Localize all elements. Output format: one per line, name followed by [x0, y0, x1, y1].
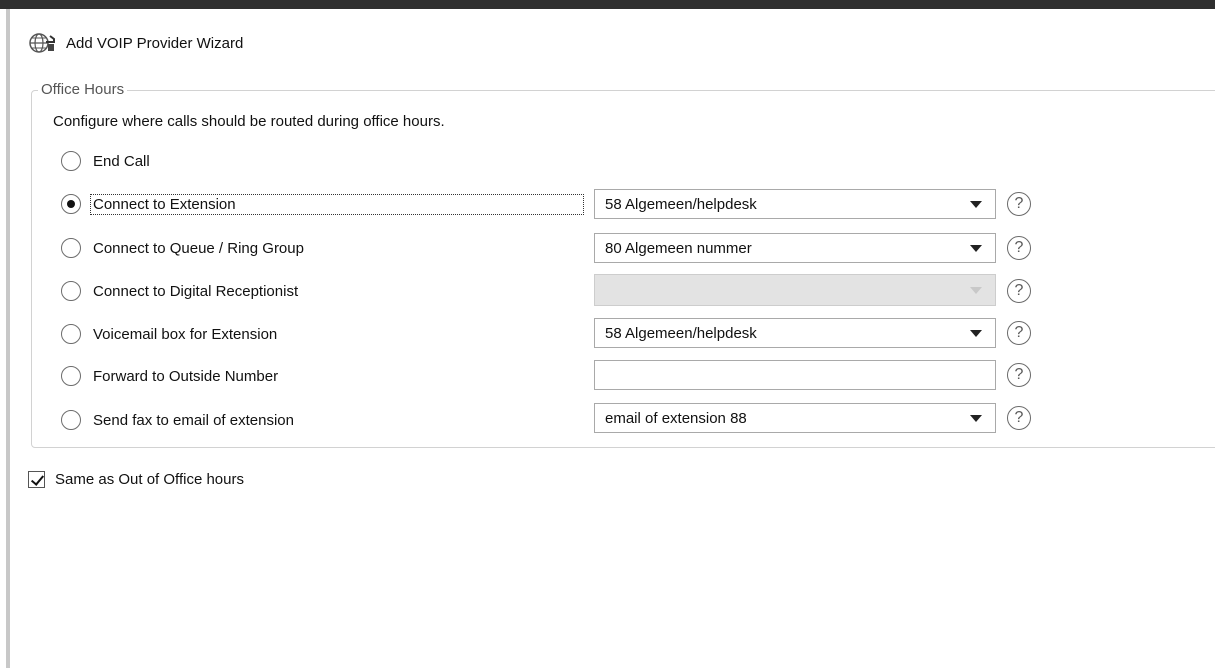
send-fax-email-label[interactable]: Send fax to email of extension — [91, 411, 296, 430]
voicemail-box-radio[interactable] — [61, 324, 81, 344]
office-hours-legend: Office Hours — [41, 81, 125, 98]
queue-select-value: 80 Algemeen nummer — [605, 239, 752, 257]
wizard-title: Add VOIP Provider Wizard — [66, 34, 244, 52]
help-icon[interactable]: ? — [1007, 279, 1031, 303]
connect-extension-radio[interactable] — [61, 194, 81, 214]
voicemail-box-label[interactable]: Voicemail box for Extension — [91, 325, 279, 344]
digital-receptionist-select — [594, 274, 996, 306]
help-icon[interactable]: ? — [1007, 236, 1031, 260]
same-as-out-of-office-row[interactable]: Same as Out of Office hours — [28, 468, 244, 490]
outside-number-input[interactable] — [594, 360, 996, 390]
connect-queue-label[interactable]: Connect to Queue / Ring Group — [91, 239, 306, 258]
chevron-down-icon[interactable] — [970, 329, 982, 337]
digital-receptionist-label[interactable]: Connect to Digital Receptionist — [91, 282, 300, 301]
extension-select-value: 58 Algemeen/helpdesk — [605, 195, 757, 213]
extension-select[interactable]: 58 Algemeen/helpdesk — [594, 189, 996, 219]
help-icon[interactable]: ? — [1007, 321, 1031, 345]
office-hours-description: Configure where calls should be routed d… — [53, 113, 445, 130]
same-as-out-of-office-label[interactable]: Same as Out of Office hours — [55, 471, 244, 488]
window-top-bar — [0, 0, 1215, 9]
chevron-down-icon — [970, 286, 982, 294]
chevron-down-icon[interactable] — [970, 414, 982, 422]
queue-select[interactable]: 80 Algemeen nummer — [594, 233, 996, 263]
option-connect-queue[interactable]: Connect to Queue / Ring Group — [61, 233, 306, 263]
option-end-call[interactable]: End Call — [61, 146, 152, 176]
connect-queue-radio[interactable] — [61, 238, 81, 258]
end-call-radio[interactable] — [61, 151, 81, 171]
option-voicemail-box[interactable]: Voicemail box for Extension — [61, 319, 279, 349]
same-as-out-of-office-checkbox[interactable] — [28, 470, 45, 488]
end-call-label[interactable]: End Call — [91, 152, 152, 171]
voicemail-select[interactable]: 58 Algemeen/helpdesk — [594, 318, 996, 348]
window-left-border — [6, 9, 10, 668]
option-send-fax-email[interactable]: Send fax to email of extension — [61, 405, 296, 435]
option-digital-receptionist[interactable]: Connect to Digital Receptionist — [61, 276, 300, 306]
help-icon[interactable]: ? — [1007, 363, 1031, 387]
fax-email-select[interactable]: email of extension 88 — [594, 403, 996, 433]
chevron-down-icon[interactable] — [970, 244, 982, 252]
connect-extension-label[interactable]: Connect to Extension — [90, 193, 584, 215]
help-icon[interactable]: ? — [1007, 406, 1031, 430]
globe-phone-icon — [28, 30, 56, 56]
fax-email-select-value: email of extension 88 — [605, 409, 747, 427]
office-hours-group: Office Hours — [31, 81, 1215, 448]
forward-outside-label[interactable]: Forward to Outside Number — [91, 367, 280, 386]
chevron-down-icon[interactable] — [970, 200, 982, 208]
voicemail-select-value: 58 Algemeen/helpdesk — [605, 324, 757, 342]
digital-receptionist-radio[interactable] — [61, 281, 81, 301]
help-icon[interactable]: ? — [1007, 192, 1031, 216]
option-connect-extension[interactable]: Connect to Extension — [61, 189, 584, 219]
send-fax-email-radio[interactable] — [61, 410, 81, 430]
option-forward-outside[interactable]: Forward to Outside Number — [61, 361, 280, 391]
forward-outside-radio[interactable] — [61, 366, 81, 386]
wizard-header: Add VOIP Provider Wizard — [28, 28, 243, 58]
